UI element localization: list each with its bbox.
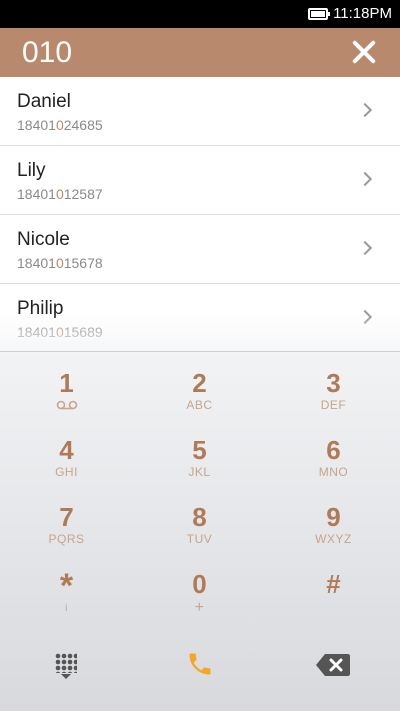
dial-search-bar: 010 [0, 28, 400, 77]
contact-number: 18401012587 [17, 186, 103, 202]
chevron-down-icon [61, 674, 71, 679]
key-2[interactable]: 2 ABC [133, 358, 266, 424]
contact-row-lily[interactable]: Lily 18401012587 [0, 146, 400, 215]
contact-number: 18401024685 [17, 117, 103, 133]
contact-name: Nicole [17, 229, 70, 250]
status-time: 11:18PM [333, 5, 392, 22]
contact-row-nicole[interactable]: Nicole 18401015678 [0, 215, 400, 284]
dialpad-toggle-button[interactable] [0, 627, 133, 711]
dialed-number[interactable]: 010 [22, 36, 72, 70]
battery-full-icon [308, 7, 331, 20]
key-9[interactable]: 9 WXYZ [267, 492, 400, 558]
contact-name: Lily [17, 160, 46, 181]
phone-call-icon [189, 653, 211, 675]
chevron-right-icon[interactable] [357, 240, 373, 256]
contact-name: Daniel [17, 91, 71, 112]
key-8[interactable]: 8 TUV [133, 492, 266, 558]
call-button[interactable] [133, 627, 266, 711]
close-icon[interactable] [350, 38, 378, 66]
key-4[interactable]: 4 GHI [0, 425, 133, 491]
chevron-right-icon[interactable] [357, 171, 373, 187]
contact-row-philip[interactable]: Philip 18401015689 [0, 284, 400, 351]
key-6[interactable]: 6 MNO [267, 425, 400, 491]
key-3[interactable]: 3 DEF [267, 358, 400, 424]
chevron-right-icon[interactable] [357, 102, 373, 118]
key-hash[interactable]: # [267, 559, 400, 625]
contact-results-list: Daniel 18401024685 Lily 18401012587 Nico… [0, 77, 400, 351]
contact-name: Philip [17, 298, 64, 319]
chevron-right-icon[interactable] [357, 309, 373, 325]
contact-row-daniel[interactable]: Daniel 18401024685 [0, 77, 400, 146]
key-7[interactable]: 7 PQRS [0, 492, 133, 558]
backspace-icon [316, 654, 350, 676]
dialpad-toggle-icon [55, 653, 77, 673]
voicemail-icon [56, 400, 77, 410]
dialer-bottom-bar [0, 627, 400, 711]
key-star[interactable]: * i [0, 559, 133, 625]
contact-number: 18401015678 [17, 255, 103, 271]
key-1[interactable]: 1 [0, 358, 133, 424]
key-star-sub: i [65, 603, 68, 614]
key-5[interactable]: 5 JKL [133, 425, 266, 491]
contact-number: 18401015689 [17, 324, 103, 340]
backspace-button[interactable] [267, 627, 400, 711]
status-right: 11:18PM [308, 5, 392, 22]
key-0[interactable]: 0 + [133, 559, 266, 625]
status-bar: 11:18PM [0, 0, 400, 28]
